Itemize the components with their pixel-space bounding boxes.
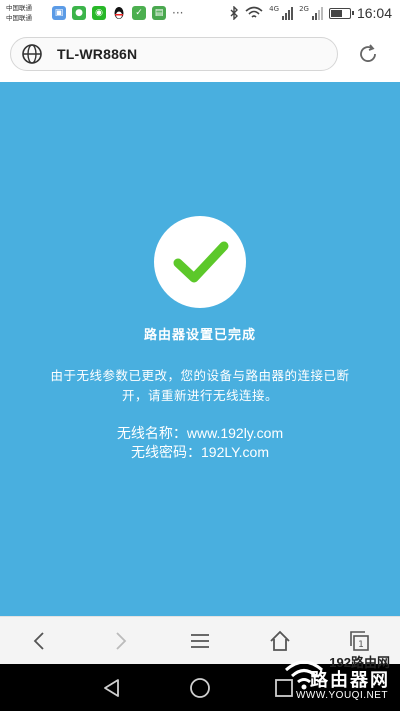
nav-back-icon[interactable]: [100, 676, 124, 700]
clock: 16:04: [356, 5, 392, 21]
more-notifications-icon: ···: [172, 6, 184, 20]
browser-toolbar: TL-WR886N: [0, 28, 400, 82]
wifi-name-row: 无线名称：www.192ly.com: [0, 424, 400, 443]
qq-icon: [112, 6, 126, 20]
wifi-password-value: 192LY.com: [201, 444, 269, 460]
battery-icon: [328, 7, 354, 19]
wifi-name-label: 无线名称：: [116, 425, 187, 441]
menu-icon[interactable]: [188, 629, 212, 653]
watermark-english: WWW.YOUQI.NET: [295, 690, 388, 701]
app-icon: ▤: [152, 6, 166, 20]
home-icon[interactable]: [268, 629, 292, 653]
disconnect-message: 由于无线参数已更改，您的设备与路由器的连接已断开，请重新进行无线连接。: [50, 368, 350, 403]
image-icon: ▣: [52, 6, 66, 20]
status-right: 4G 2G 16:04: [229, 5, 392, 21]
tabs-icon[interactable]: 1: [348, 629, 372, 653]
svg-text:1: 1: [358, 640, 364, 650]
checkmark-icon: [173, 241, 229, 283]
battery-level: [330, 9, 342, 17]
page-title: 路由器设置已完成: [143, 328, 256, 343]
nav-home-icon[interactable]: [188, 676, 212, 700]
signal-icon-2: [311, 6, 323, 20]
watermark-chinese: 路由器网: [310, 670, 390, 691]
globe-icon: [22, 44, 42, 64]
back-icon[interactable]: [28, 629, 52, 653]
status-bar: 中国联通 中国联通 ▣ ● ◉ ✓ ▤ ··· 4G 2G 16:04: [0, 0, 400, 28]
carrier-line-2: 中国联通: [6, 14, 32, 22]
carrier-line-1: 中国联通: [6, 4, 32, 12]
wifi-password-label: 无线密码：: [131, 444, 201, 460]
bluetooth-icon: [230, 6, 239, 20]
address-bar[interactable]: TL-WR886N: [10, 37, 338, 71]
chat-icon: ●: [72, 6, 86, 20]
site-watermark: 192路由网 路由器网 WWW.YOUQI.NET: [280, 652, 396, 708]
network-type-2: 2G: [299, 5, 309, 13]
wifi-name-value: www.192ly.com: [186, 425, 284, 441]
wifi-icon: [245, 6, 263, 18]
router-setup-page: 路由器设置已完成 由于无线参数已更改，您的设备与路由器的连接已断开，请重新进行无…: [0, 82, 400, 616]
wechat-icon: ◉: [92, 6, 106, 20]
wifi-info: 无线名称：www.192ly.com 无线密码：192LY.com: [0, 424, 400, 462]
carrier-label: 中国联通 中国联通: [6, 3, 32, 23]
signal-icon: [282, 6, 294, 20]
url-text[interactable]: TL-WR886N: [57, 46, 137, 62]
notification-icons: ▣ ● ◉ ✓ ▤ ···: [52, 6, 183, 20]
network-type-1: 4G: [269, 5, 280, 13]
refresh-icon[interactable]: [356, 42, 380, 66]
success-badge: [154, 216, 246, 308]
wifi-password-row: 无线密码：192LY.com: [0, 443, 400, 462]
app-icon: ✓: [132, 6, 146, 20]
forward-icon[interactable]: [108, 629, 132, 653]
